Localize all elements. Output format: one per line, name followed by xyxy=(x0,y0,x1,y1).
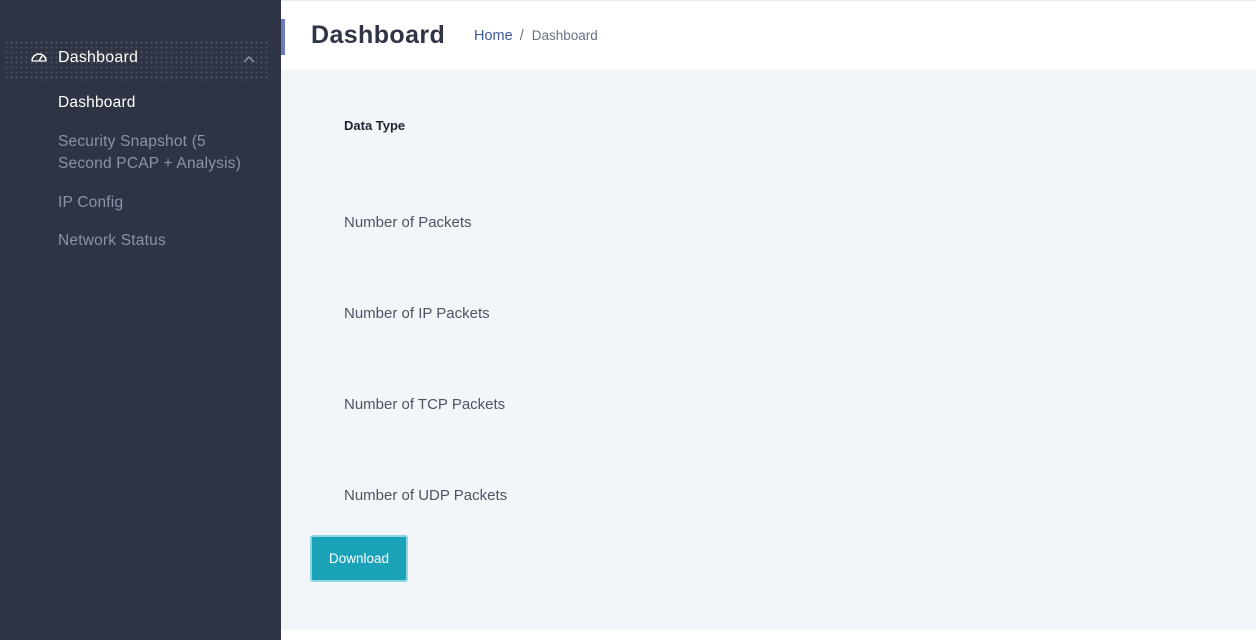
breadcrumb: Home / Dashboard xyxy=(474,28,598,44)
sidebar-item-dashboard[interactable]: Dashboard xyxy=(58,92,136,114)
breadcrumb-separator: / xyxy=(519,28,524,44)
breadcrumb-current: Dashboard xyxy=(531,28,598,43)
row-number-of-ip-packets: Number of IP Packets xyxy=(344,305,490,322)
sidebar: Dashboard Dashboard Security Snapshot (5… xyxy=(0,0,281,640)
footer-strip xyxy=(281,630,1256,640)
header-accent-bar xyxy=(281,19,285,55)
chevron-up-icon[interactable] xyxy=(242,54,256,64)
sidebar-group-dashboard[interactable]: Dashboard xyxy=(4,40,270,82)
sidebar-group-label: Dashboard xyxy=(58,49,139,66)
main-content: Data Type Number of Packets Number of IP… xyxy=(281,70,1256,630)
page-header: Dashboard Home / Dashboard xyxy=(281,0,1256,70)
row-number-of-tcp-packets: Number of TCP Packets xyxy=(344,396,506,413)
data-type-header: Data Type xyxy=(344,118,406,133)
page-title: Dashboard xyxy=(311,21,446,49)
sidebar-item-ip-config[interactable]: IP Config xyxy=(58,192,123,214)
row-number-of-udp-packets: Number of UDP Packets xyxy=(344,487,508,504)
download-button[interactable]: Download xyxy=(310,535,408,582)
dashboard-gauge-icon xyxy=(31,53,47,62)
sidebar-item-security-snapshot[interactable]: Security Snapshot (5 Second PCAP + Analy… xyxy=(58,131,258,175)
sidebar-item-network-status[interactable]: Network Status xyxy=(58,230,166,252)
row-number-of-packets: Number of Packets xyxy=(344,214,472,231)
breadcrumb-home-link[interactable]: Home xyxy=(474,28,513,44)
